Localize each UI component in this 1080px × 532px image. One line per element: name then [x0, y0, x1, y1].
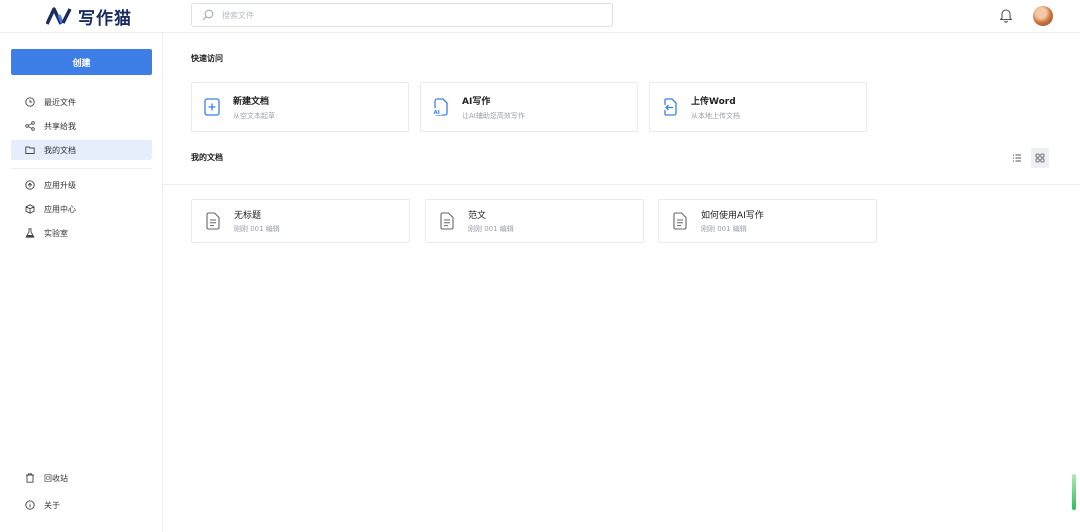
doc-title: 如何使用AI写作 [701, 211, 764, 221]
doc-meta: 刚刚 001 编辑 [468, 225, 514, 233]
trash-icon [26, 473, 34, 483]
sidebar-item-my-docs[interactable]: 我的文档 [11, 140, 152, 160]
upgrade-icon [25, 180, 35, 190]
logo-text: 写作猫 [78, 8, 132, 29]
create-button[interactable]: 创建 [11, 49, 152, 75]
sidebar-item-upgrade[interactable]: 应用升级 [11, 175, 152, 195]
clock-icon [25, 97, 35, 107]
quick-card-subtitle: 让AI辅助您高效写作 [462, 111, 525, 120]
sidebar: 创建 最近文件 共享给我 我的文档 应用升级 应用中心 实验室 回收站 关于 [0, 33, 163, 532]
new-doc-icon [204, 98, 220, 116]
cube-icon [25, 204, 35, 214]
svg-text:AI: AI [434, 110, 440, 116]
sidebar-item-trash[interactable]: 回收站 [11, 468, 152, 488]
sidebar-item-label: 应用中心 [44, 204, 76, 214]
search-box[interactable] [191, 3, 613, 27]
scroll-indicator[interactable] [1072, 474, 1076, 510]
sidebar-item-label: 共享给我 [44, 121, 76, 131]
ai-doc-icon: AI [433, 98, 448, 116]
doc-title: 无标题 [234, 211, 262, 221]
top-bar: 写作猫 [0, 0, 1080, 33]
sidebar-item-label: 应用升级 [44, 180, 76, 190]
sidebar-item-recent[interactable]: 最近文件 [11, 92, 152, 112]
sidebar-item-shared[interactable]: 共享给我 [11, 116, 152, 136]
quick-card-title: AI写作 [462, 96, 491, 107]
quick-card-subtitle: 从本地上传文档 [691, 111, 740, 120]
list-view-toggle[interactable] [1008, 148, 1026, 168]
logo-mark-icon [46, 7, 72, 25]
quick-card-ai-writing[interactable]: AI AI写作 让AI辅助您高效写作 [420, 82, 638, 132]
flask-icon [25, 228, 35, 238]
quick-access-title: 快速访问 [191, 54, 223, 63]
share-icon [25, 121, 35, 131]
grid-view-icon [1035, 153, 1045, 163]
folder-icon [25, 146, 35, 154]
sidebar-item-app-center[interactable]: 应用中心 [11, 199, 152, 219]
app-logo[interactable]: 写作猫 [46, 3, 132, 29]
upload-doc-icon [664, 98, 677, 116]
quick-card-title: 新建文档 [233, 96, 270, 107]
sidebar-item-about[interactable]: 关于 [11, 495, 152, 515]
bell-icon[interactable] [999, 7, 1013, 23]
info-icon [25, 500, 35, 510]
sidebar-item-label: 我的文档 [44, 145, 76, 155]
doc-meta: 刚刚 001 编辑 [234, 225, 280, 233]
quick-card-subtitle: 从空文本起草 [233, 111, 275, 120]
document-icon [440, 212, 454, 230]
doc-card[interactable]: 范文 刚刚 001 编辑 [425, 199, 644, 243]
list-view-icon [1013, 154, 1021, 162]
document-icon [206, 212, 220, 230]
grid-view-toggle[interactable] [1031, 148, 1049, 168]
quick-card-upload-word[interactable]: 上传Word 从本地上传文档 [649, 82, 867, 132]
sidebar-item-label: 最近文件 [44, 97, 76, 107]
quick-card-title: 上传Word [691, 96, 736, 107]
search-input[interactable] [222, 10, 582, 20]
sidebar-item-label: 实验室 [44, 228, 68, 238]
sidebar-item-label: 回收站 [44, 473, 68, 483]
section-divider [163, 184, 1080, 185]
document-icon [673, 212, 687, 230]
sidebar-item-lab[interactable]: 实验室 [11, 223, 152, 243]
doc-card[interactable]: 无标题 刚刚 001 编辑 [191, 199, 410, 243]
my-docs-title: 我的文档 [191, 153, 223, 162]
doc-meta: 刚刚 001 编辑 [701, 225, 747, 233]
search-icon [202, 9, 214, 21]
doc-card[interactable]: 如何使用AI写作 刚刚 001 编辑 [658, 199, 877, 243]
doc-title: 范文 [468, 211, 487, 221]
sidebar-item-label: 关于 [44, 500, 60, 510]
avatar[interactable] [1033, 6, 1053, 26]
sidebar-divider [11, 168, 152, 169]
main-content: 快速访问 新建文档 从空文本起草 AI AI写作 让AI辅助您高效写作 上传Wo… [163, 33, 1080, 532]
quick-card-new-doc[interactable]: 新建文档 从空文本起草 [191, 82, 409, 132]
